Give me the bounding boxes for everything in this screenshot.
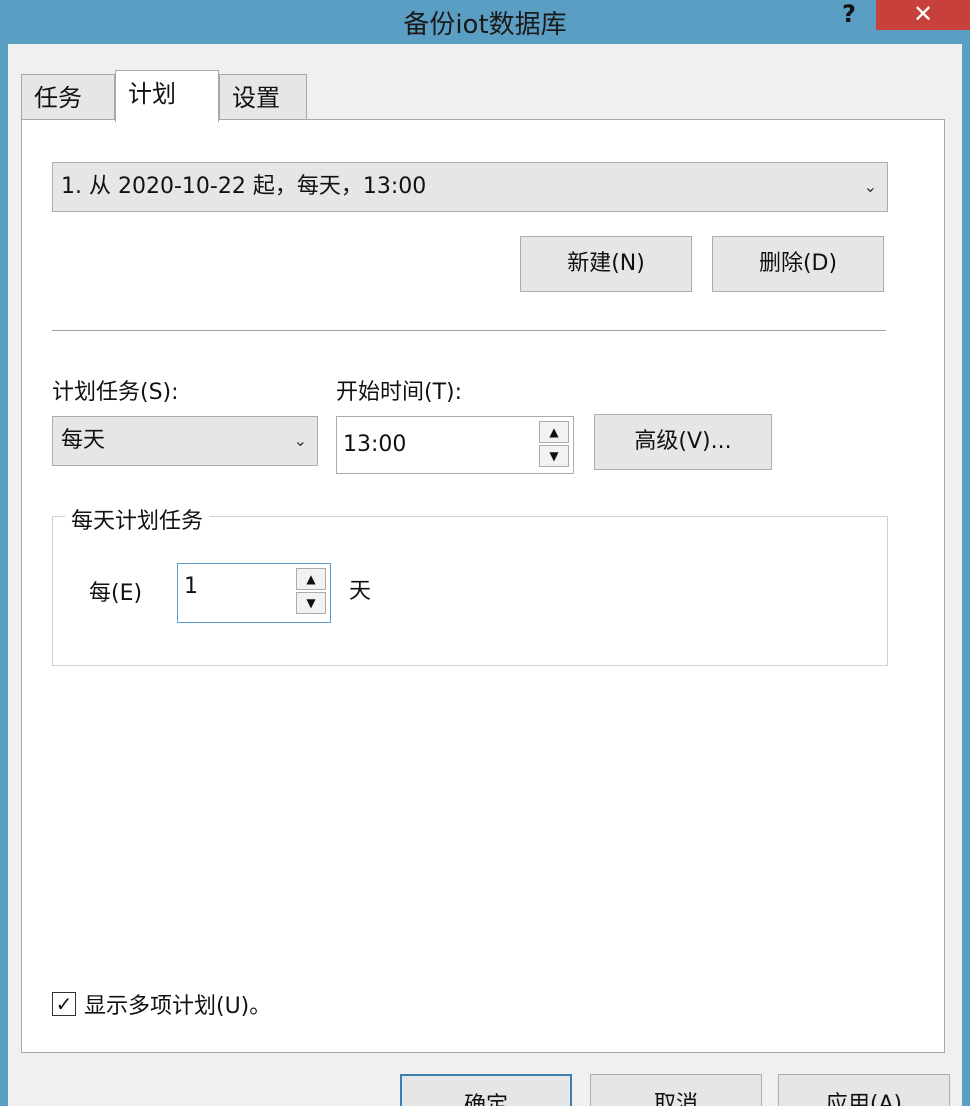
every-days-field[interactable]: 1 ▲ ▼ xyxy=(177,563,331,623)
multiple-schedules-checkbox[interactable]: ✓ xyxy=(52,992,76,1016)
advanced-button[interactable]: 高级(V)... xyxy=(594,414,772,470)
schedule-select[interactable]: 1. 从 2020-10-22 起，每天，13:00 ⌄ xyxy=(52,162,888,212)
start-time-label: 开始时间(T): xyxy=(336,380,463,405)
cancel-button[interactable]: 取消 xyxy=(590,1074,762,1106)
every-label: 每(E) xyxy=(89,581,143,606)
start-time-up-button[interactable]: ▲ xyxy=(539,421,569,443)
delete-schedule-button[interactable]: 删除(D) xyxy=(712,236,884,292)
window-title: 备份iot数据库 xyxy=(403,10,567,40)
every-days-down-button[interactable]: ▼ xyxy=(296,592,326,614)
apply-button[interactable]: 应用(A) xyxy=(778,1074,950,1106)
task-type-select[interactable]: 每天 ⌄ xyxy=(52,416,318,466)
schedule-select-value: 1. 从 2020-10-22 起，每天，13:00 xyxy=(61,174,427,199)
every-days-value: 1 xyxy=(184,574,198,599)
chevron-down-icon: ⌄ xyxy=(863,177,877,196)
dialog-body: 任务 计划 设置 1. 从 2020-10-22 起，每天，13:00 ⌄ 新建… xyxy=(8,44,962,1106)
task-type-label: 计划任务(S): xyxy=(52,380,179,405)
divider xyxy=(52,330,886,331)
title-bar: 备份iot数据库 ? ✕ xyxy=(0,0,970,44)
ok-button[interactable]: 确定 xyxy=(400,1074,572,1106)
day-unit-label: 天 xyxy=(349,579,372,604)
start-time-field[interactable]: 13:00 ▲ ▼ xyxy=(336,416,574,474)
start-time-down-button[interactable]: ▼ xyxy=(539,445,569,467)
daily-group: 每天计划任务 每(E) 1 ▲ ▼ 天 xyxy=(52,503,888,666)
help-button[interactable]: ? xyxy=(830,0,868,32)
chevron-down-icon: ⌄ xyxy=(293,431,307,450)
close-button[interactable]: ✕ xyxy=(876,0,970,30)
tab-tasks[interactable]: 任务 xyxy=(21,74,115,120)
new-schedule-button[interactable]: 新建(N) xyxy=(520,236,692,292)
start-time-value: 13:00 xyxy=(343,432,407,457)
task-type-value: 每天 xyxy=(61,428,106,453)
every-days-up-button[interactable]: ▲ xyxy=(296,568,326,590)
daily-group-title: 每天计划任务 xyxy=(65,503,210,535)
tab-settings[interactable]: 设置 xyxy=(219,74,307,120)
tab-schedule[interactable]: 计划 xyxy=(115,70,219,122)
multiple-schedules-label: 显示多项计划(U)。 xyxy=(84,994,272,1019)
schedule-panel: 1. 从 2020-10-22 起，每天，13:00 ⌄ 新建(N) 删除(D)… xyxy=(21,119,945,1053)
